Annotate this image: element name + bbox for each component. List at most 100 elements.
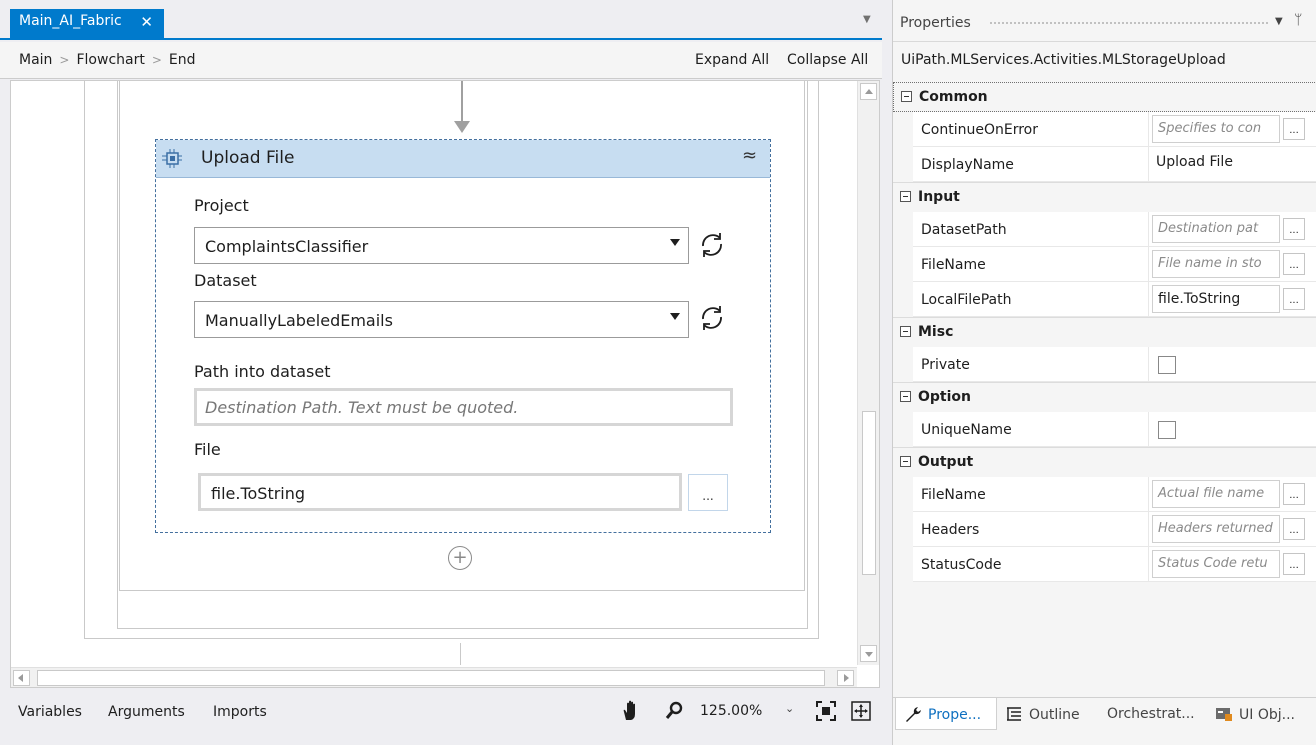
connector-arrow (454, 121, 470, 133)
more-button[interactable]: ... (1283, 553, 1305, 575)
more-button[interactable]: ... (1283, 483, 1305, 505)
property-row[interactable]: DisplayName Upload File (913, 147, 1316, 182)
property-row[interactable]: Private (913, 347, 1316, 382)
pin-icon[interactable]: ᛘ (1294, 12, 1302, 28)
local-file-path-field[interactable]: file.ToString (1152, 285, 1280, 313)
output-file-name-field[interactable]: Actual file name (1152, 480, 1280, 508)
property-grid: Common ContinueOnError Specifies to con … (893, 82, 1316, 582)
add-activity-icon[interactable]: + (448, 546, 472, 570)
property-row[interactable]: DatasetPath Destination pat ... (913, 212, 1316, 247)
project-dropdown[interactable]: ComplaintsClassifier (194, 227, 689, 264)
vertical-scrollbar[interactable] (857, 81, 879, 665)
collapse-toggle-icon[interactable] (900, 326, 911, 337)
zoom-level[interactable]: 125.00% (700, 703, 762, 719)
property-row[interactable]: FileName File name in sto ... (913, 247, 1316, 282)
designer-canvas[interactable]: Upload File ≈ Project ComplaintsClassifi… (10, 80, 880, 688)
panel-grip[interactable] (989, 21, 1269, 26)
refresh-icon[interactable] (696, 302, 728, 334)
category-misc[interactable]: Misc (893, 317, 1316, 347)
document-tab-title: Main_AI_Fabric (19, 13, 122, 29)
expand-all-button[interactable]: Expand All (695, 52, 769, 68)
dataset-path-field[interactable]: Destination pat (1152, 215, 1280, 243)
document-tab[interactable]: Main_AI_Fabric ✕ (10, 9, 164, 38)
property-row[interactable]: LocalFilePath file.ToString ... (913, 282, 1316, 317)
arguments-tab[interactable]: Arguments (108, 704, 185, 720)
chevron-down-icon[interactable]: ⌄ (785, 702, 794, 715)
breadcrumb-item[interactable]: End (169, 52, 196, 68)
activity-header[interactable]: Upload File ≈ (156, 140, 770, 178)
panel-menu-icon[interactable]: ▼ (1275, 16, 1283, 27)
path-into-dataset-input[interactable]: Destination Path. Text must be quoted. (194, 388, 733, 426)
refresh-icon[interactable] (696, 229, 728, 261)
file-value: file.ToString (211, 484, 306, 503)
tab-properties[interactable]: Prope... (895, 698, 997, 730)
category-input[interactable]: Input (893, 182, 1316, 212)
hand-pan-icon[interactable] (620, 700, 642, 722)
imports-tab[interactable]: Imports (213, 704, 267, 720)
property-row[interactable]: Headers Headers returned ... (913, 512, 1316, 547)
scroll-up-icon[interactable] (860, 83, 877, 100)
breadcrumb-item[interactable]: Main (19, 52, 52, 68)
scrollbar-thumb[interactable] (862, 411, 876, 575)
ui-objects-icon (1216, 708, 1232, 721)
more-button[interactable]: ... (1283, 253, 1305, 275)
continue-on-error-field[interactable]: Specifies to con (1152, 115, 1280, 143)
more-button[interactable]: ... (1283, 288, 1305, 310)
activity-type-name: UiPath.MLServices.Activities.MLStorageUp… (901, 52, 1226, 68)
property-row[interactable]: UniqueName (913, 412, 1316, 447)
collapse-all-button[interactable]: Collapse All (787, 52, 868, 68)
scroll-left-icon[interactable] (13, 670, 30, 686)
category-common[interactable]: Common (893, 82, 1316, 112)
tab-outline[interactable]: Outline (1005, 698, 1103, 730)
property-row[interactable]: StatusCode Status Code retu ... (913, 547, 1316, 582)
file-name-field[interactable]: File name in sto (1152, 250, 1280, 278)
dropdown-arrow-icon (670, 239, 680, 246)
properties-title: Properties (900, 15, 971, 31)
workflow-designer: Main_AI_Fabric ✕ ▼ Main > Flowchart > End Ex… (0, 0, 882, 745)
tab-orchestrator[interactable]: Orchestrat... (1107, 698, 1217, 730)
dropdown-arrow-icon (670, 313, 680, 320)
breadcrumb-item[interactable]: Flowchart (76, 52, 144, 68)
connector-line (460, 643, 461, 665)
collapse-toggle-icon[interactable] (900, 456, 911, 467)
dataset-dropdown[interactable]: ManuallyLabeledEmails (194, 301, 689, 338)
scrollbar-thumb[interactable] (37, 670, 825, 686)
more-button[interactable]: ... (1283, 518, 1305, 540)
variables-tab[interactable]: Variables (18, 704, 82, 720)
collapse-toggle-icon[interactable] (900, 391, 911, 402)
outline-icon (1007, 707, 1021, 721)
property-row[interactable]: ContinueOnError Specifies to con ... (913, 112, 1316, 147)
close-icon[interactable]: ✕ (140, 13, 153, 31)
scroll-right-icon[interactable] (837, 670, 854, 686)
category-output[interactable]: Output (893, 447, 1316, 477)
horizontal-scrollbar[interactable] (11, 667, 857, 687)
tab-ui-objects[interactable]: UI Obj... (1215, 698, 1315, 730)
fit-to-screen-icon[interactable] (815, 700, 837, 722)
more-button[interactable]: ... (1283, 118, 1305, 140)
category-option[interactable]: Option (893, 382, 1316, 412)
path-placeholder: Destination Path. Text must be quoted. (205, 398, 519, 417)
private-checkbox[interactable] (1158, 356, 1176, 374)
more-button[interactable]: ... (1283, 218, 1305, 240)
wrench-icon (906, 707, 921, 722)
document-tab-strip: Main_AI_Fabric ✕ ▼ (0, 0, 882, 40)
headers-field[interactable]: Headers returned (1152, 515, 1280, 543)
scroll-down-icon[interactable] (860, 645, 877, 662)
status-code-field[interactable]: Status Code retu (1152, 550, 1280, 578)
file-browse-button[interactable]: ... (688, 474, 728, 511)
properties-bottom-tabs: Prope... Outline Orchestrat... UI Obj... (893, 697, 1316, 730)
overview-icon[interactable] (850, 700, 872, 722)
upload-file-activity[interactable]: Upload File ≈ Project ComplaintsClassifi… (155, 139, 771, 533)
collapse-toggle-icon[interactable] (900, 191, 911, 202)
display-name-field[interactable]: Upload File (1156, 154, 1233, 170)
tab-dropdown-icon[interactable]: ▼ (863, 14, 871, 25)
unique-name-checkbox[interactable] (1158, 421, 1176, 439)
property-row[interactable]: FileName Actual file name ... (913, 477, 1316, 512)
collapse-toggle-icon[interactable] (901, 91, 912, 102)
collapse-chevron-icon[interactable]: ≈ (742, 145, 757, 166)
breadcrumb: Main > Flowchart > End (19, 52, 196, 68)
file-label: File (194, 440, 221, 459)
file-input[interactable]: file.ToString (198, 473, 682, 511)
zoom-search-icon[interactable] (664, 700, 686, 722)
ai-chip-icon (162, 149, 182, 168)
